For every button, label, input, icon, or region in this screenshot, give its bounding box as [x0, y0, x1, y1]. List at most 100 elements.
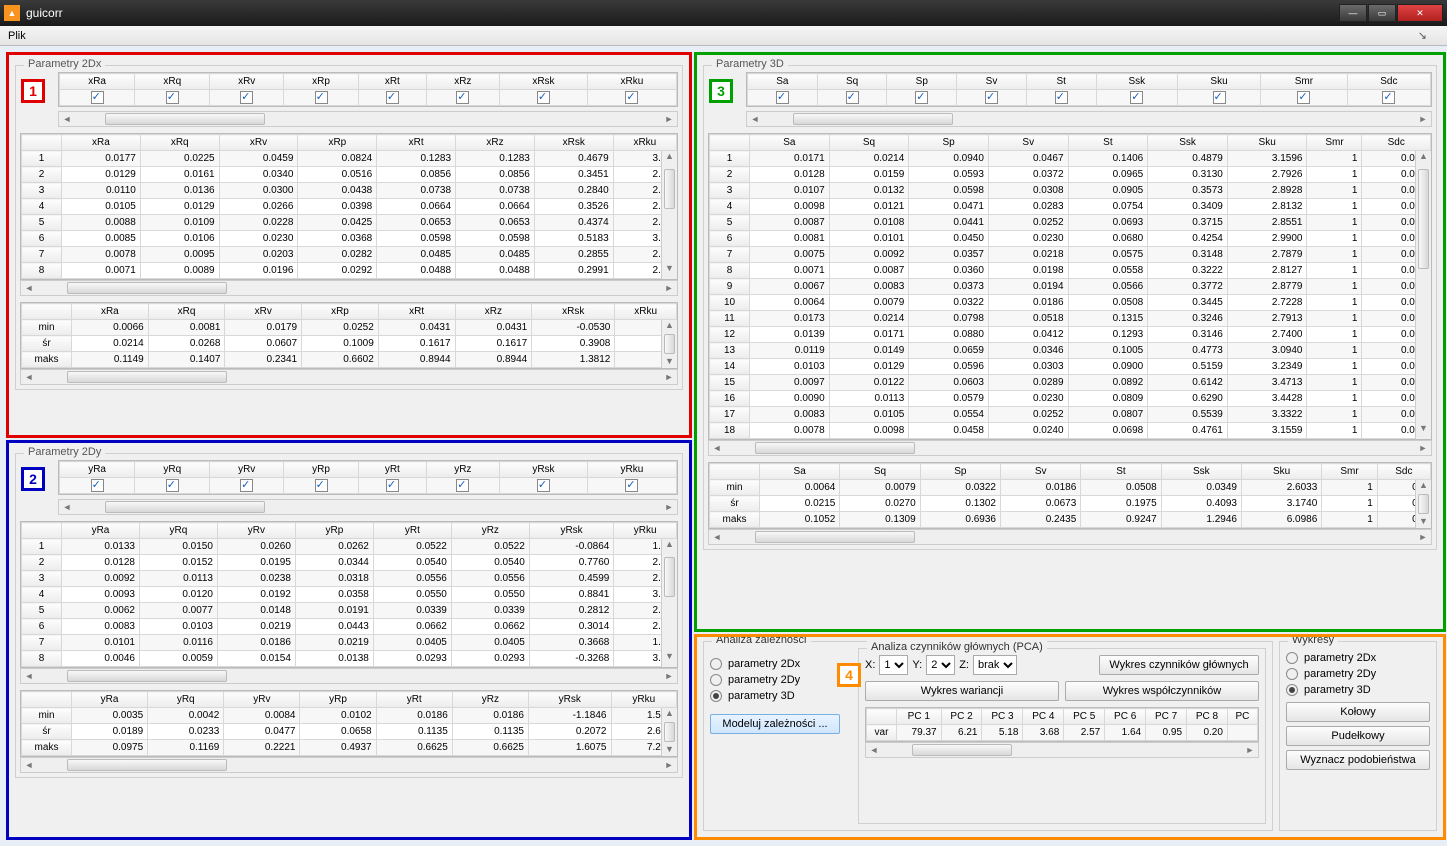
row-header[interactable]: 1: [710, 151, 750, 167]
scrollbar-v[interactable]: ▲▼: [661, 708, 677, 756]
btn-box[interactable]: Pudełkowy: [1286, 726, 1430, 746]
column-header[interactable]: xRt: [378, 304, 455, 320]
menu-file[interactable]: Plik: [8, 30, 26, 42]
column-header[interactable]: yRa: [72, 692, 148, 708]
column-header[interactable]: yRsk: [500, 462, 588, 478]
column-header[interactable]: Sq: [829, 135, 909, 151]
checkbox-Sv[interactable]: [985, 91, 998, 104]
row-header[interactable]: maks: [22, 740, 72, 756]
column-header[interactable]: xRsk: [534, 135, 613, 151]
column-header[interactable]: Sv: [957, 74, 1027, 90]
row-header[interactable]: 11: [710, 311, 750, 327]
row-header[interactable]: 5: [710, 215, 750, 231]
row-header[interactable]: 8: [22, 263, 62, 279]
column-header[interactable]: Sdc: [1347, 74, 1430, 90]
scrollbar-h[interactable]: ◄►: [58, 499, 678, 515]
checkbox-xRq[interactable]: [166, 91, 179, 104]
row-header[interactable]: var: [867, 725, 897, 741]
select-z[interactable]: brak: [973, 655, 1017, 675]
column-header[interactable]: xRv: [225, 304, 302, 320]
column-header[interactable]: Sku: [1241, 464, 1321, 480]
column-header[interactable]: yRku: [587, 462, 676, 478]
column-header[interactable]: xRz: [456, 135, 535, 151]
radio-chart-2dx[interactable]: parametry 2Dx: [1286, 652, 1430, 664]
checkbox-yRku[interactable]: [625, 479, 638, 492]
checkbox-Sa[interactable]: [776, 91, 789, 104]
column-header[interactable]: yRku: [611, 692, 677, 708]
checkbox-xRt[interactable]: [386, 91, 399, 104]
column-header[interactable]: yRv: [217, 523, 295, 539]
column-header[interactable]: xRa: [62, 135, 141, 151]
column-header[interactable]: Smr: [1322, 464, 1377, 480]
checkbox-Sdc[interactable]: [1382, 91, 1395, 104]
column-header[interactable]: PC 7: [1146, 709, 1187, 725]
column-header[interactable]: xRq: [140, 135, 219, 151]
row-header[interactable]: 9: [710, 279, 750, 295]
row-header[interactable]: 3: [22, 571, 62, 587]
column-header[interactable]: PC 3: [982, 709, 1023, 725]
scrollbar-h[interactable]: ◄►: [865, 742, 1259, 758]
scrollbar-v[interactable]: ▲▼: [1415, 151, 1431, 439]
row-header[interactable]: 10: [710, 295, 750, 311]
btn-variance[interactable]: Wykres wariancji: [865, 681, 1059, 701]
column-header[interactable]: Sp: [909, 135, 989, 151]
row-header[interactable]: 12: [710, 327, 750, 343]
column-header[interactable]: yRv: [224, 692, 300, 708]
row-header[interactable]: 5: [22, 603, 62, 619]
row-header[interactable]: 1: [22, 539, 62, 555]
checkbox-Ssk[interactable]: [1130, 91, 1143, 104]
menu-dropdown-icon[interactable]: ↘: [1418, 29, 1427, 42]
column-header[interactable]: PC 2: [941, 709, 982, 725]
checkbox-yRsk[interactable]: [537, 479, 550, 492]
column-header[interactable]: yRv: [210, 462, 284, 478]
scrollbar-h[interactable]: ◄►: [708, 440, 1432, 456]
column-header[interactable]: yRz: [426, 462, 500, 478]
row-header[interactable]: 8: [710, 263, 750, 279]
column-header[interactable]: Sa: [750, 135, 830, 151]
column-header[interactable]: yRq: [139, 523, 217, 539]
column-header[interactable]: xRp: [298, 135, 377, 151]
btn-pie[interactable]: Kołowy: [1286, 702, 1430, 722]
scrollbar-v[interactable]: ▲▼: [661, 320, 677, 368]
column-header[interactable]: xRsk: [500, 74, 588, 90]
column-header[interactable]: PC 8: [1187, 709, 1228, 725]
column-header[interactable]: Sv: [988, 135, 1068, 151]
column-header[interactable]: Sku: [1177, 74, 1260, 90]
scrollbar-h[interactable]: ◄►: [20, 757, 678, 773]
checkbox-St[interactable]: [1055, 91, 1068, 104]
column-header[interactable]: xRv: [219, 135, 298, 151]
scrollbar-v[interactable]: ▲▼: [661, 151, 677, 279]
row-header[interactable]: 6: [22, 231, 62, 247]
checkbox-xRku[interactable]: [625, 91, 638, 104]
row-header[interactable]: 2: [22, 555, 62, 571]
row-header[interactable]: śr: [22, 724, 72, 740]
column-header[interactable]: xRp: [302, 304, 379, 320]
checkbox-xRv[interactable]: [240, 91, 253, 104]
scrollbar-h[interactable]: ◄►: [20, 280, 678, 296]
column-header[interactable]: Sa: [748, 74, 818, 90]
row-header[interactable]: 16: [710, 391, 750, 407]
row-header[interactable]: 3: [22, 183, 62, 199]
checkbox-yRa[interactable]: [91, 479, 104, 492]
checkbox-yRv[interactable]: [240, 479, 253, 492]
column-header[interactable]: yRq: [135, 462, 210, 478]
column-header[interactable]: St: [1068, 135, 1148, 151]
row-header[interactable]: 1: [22, 151, 62, 167]
row-header[interactable]: 3: [710, 183, 750, 199]
row-header[interactable]: 15: [710, 375, 750, 391]
column-header[interactable]: PC 5: [1064, 709, 1105, 725]
row-header[interactable]: maks: [710, 512, 760, 528]
row-header[interactable]: min: [710, 480, 760, 496]
select-x[interactable]: 1: [879, 655, 908, 675]
column-header[interactable]: xRv: [210, 74, 284, 90]
column-header[interactable]: xRt: [377, 135, 456, 151]
column-header[interactable]: xRku: [615, 304, 677, 320]
checkbox-Sq[interactable]: [846, 91, 859, 104]
row-header[interactable]: 2: [710, 167, 750, 183]
scrollbar-h[interactable]: ◄►: [58, 111, 678, 127]
column-header[interactable]: [867, 709, 897, 725]
row-header[interactable]: śr: [710, 496, 760, 512]
column-header[interactable]: Smr: [1261, 74, 1348, 90]
column-header[interactable]: yRt: [373, 523, 451, 539]
column-header[interactable]: xRq: [148, 304, 225, 320]
